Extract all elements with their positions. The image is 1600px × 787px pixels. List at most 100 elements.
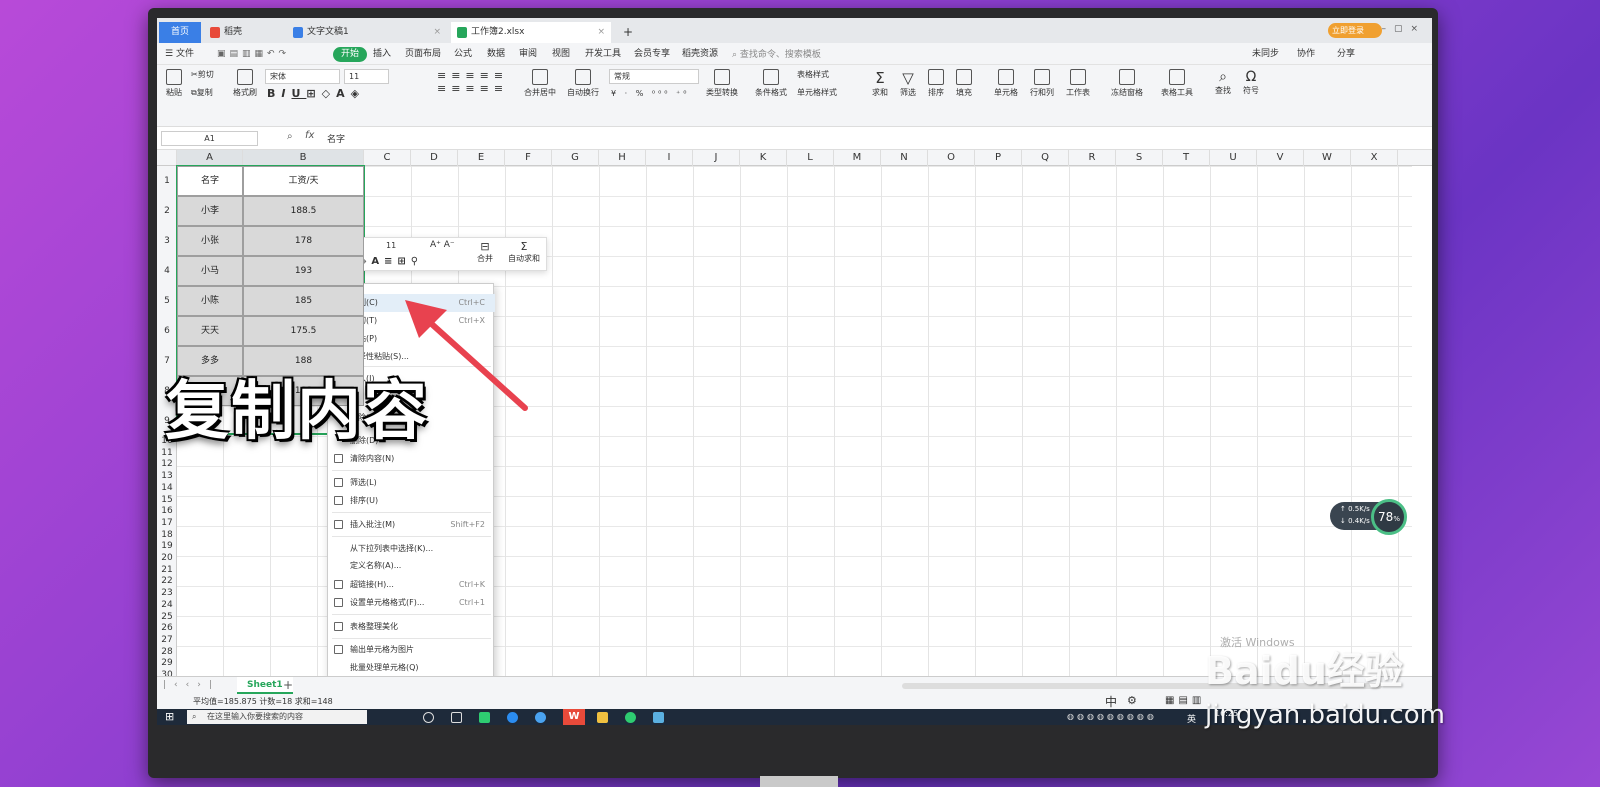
add-sheet-button[interactable]: + <box>283 678 293 692</box>
close-icon[interactable]: × <box>433 22 441 43</box>
row-header[interactable]: 4 <box>157 256 177 286</box>
row-header[interactable]: 14 <box>157 483 177 495</box>
context-item[interactable]: 清除内容(N) <box>328 450 495 468</box>
column-header-h[interactable]: H <box>599 150 646 166</box>
zoom-icon[interactable]: ⌕ <box>287 131 293 142</box>
cortana-icon[interactable] <box>423 712 434 723</box>
column-header-a[interactable]: A <box>177 150 243 166</box>
menu-insert[interactable]: 插入 <box>373 47 391 62</box>
fx-icon[interactable]: fx <box>305 130 314 141</box>
row-header[interactable]: 15 <box>157 495 177 507</box>
menu-page-layout[interactable]: 页面布局 <box>405 47 441 62</box>
mini-merge-button[interactable]: ⊟ 合并 <box>472 240 498 264</box>
row-header[interactable]: 16 <box>157 506 177 518</box>
context-item[interactable]: 定义名称(A)... <box>328 557 495 575</box>
row-header[interactable]: 6 <box>157 316 177 346</box>
table-cell[interactable]: 小张 <box>177 226 243 256</box>
cell-style-button[interactable]: 单元格样式 <box>797 87 837 98</box>
context-item[interactable]: 输出单元格为图片 <box>328 641 495 659</box>
row-header[interactable]: 25 <box>157 612 177 624</box>
row-header[interactable]: 17 <box>157 518 177 530</box>
wps-icon[interactable]: W <box>563 709 585 725</box>
row-header[interactable]: 29 <box>157 658 177 670</box>
type-convert-button[interactable]: 类型转换 <box>702 69 742 98</box>
column-header-e[interactable]: E <box>458 150 505 166</box>
context-item[interactable]: 从下拉列表中选择(K)... <box>328 540 495 558</box>
menu-review[interactable]: 审阅 <box>519 47 537 62</box>
file-menu[interactable]: ☰ 文件 <box>165 47 194 62</box>
paste-button[interactable]: 粘贴 <box>161 69 187 98</box>
view-mode-icons[interactable]: ▦▤▥ <box>1165 695 1205 706</box>
copy-button[interactable]: ⧉复制 <box>191 87 213 98</box>
row-header[interactable]: 28 <box>157 647 177 659</box>
cell-button[interactable]: 单元格 <box>991 69 1021 98</box>
column-header-p[interactable]: P <box>975 150 1022 166</box>
menu-developer[interactable]: 开发工具 <box>585 47 621 62</box>
tab-docer[interactable]: 稻壳 <box>204 22 284 43</box>
mini-size-select[interactable]: 11 <box>386 241 426 250</box>
sheet-nav-arrows[interactable]: |‹‹›| <box>163 680 220 690</box>
column-header-t[interactable]: T <box>1163 150 1210 166</box>
row-header[interactable]: 3 <box>157 226 177 256</box>
windows-start-icon[interactable]: ⊞ <box>165 710 174 723</box>
number-format-select[interactable]: 常规 <box>609 69 699 84</box>
new-tab-button[interactable]: + <box>619 22 639 43</box>
column-header-k[interactable]: K <box>740 150 787 166</box>
column-header-m[interactable]: M <box>834 150 881 166</box>
gear-icon[interactable]: ⚙ <box>1127 694 1137 707</box>
browser-icon[interactable] <box>535 712 546 723</box>
sort-button[interactable]: 排序 <box>925 69 947 98</box>
menu-docer-res[interactable]: 稻壳资源 <box>682 47 718 62</box>
taskbar-search[interactable]: ⌕ 在这里输入你要搜索的内容 <box>187 710 367 724</box>
context-item[interactable]: 筛选(L) <box>328 474 495 492</box>
column-header-x[interactable]: X <box>1351 150 1398 166</box>
table-cell[interactable]: 小李 <box>177 196 243 226</box>
context-item[interactable]: 插入批注(M) Shift+F2 <box>328 516 495 534</box>
column-header-i[interactable]: I <box>646 150 693 166</box>
column-header-g[interactable]: G <box>552 150 599 166</box>
formula-input[interactable]: 名字 <box>327 132 345 145</box>
table-cell[interactable]: 185 <box>243 286 364 316</box>
fill-button[interactable]: 填充 <box>953 69 975 98</box>
table-cell[interactable]: 188.5 <box>243 196 364 226</box>
table-tools-button[interactable]: 表格工具 <box>1157 69 1197 98</box>
ime-indicator[interactable]: 中 <box>1105 693 1117 710</box>
column-header-f[interactable]: F <box>505 150 552 166</box>
freeze-button[interactable]: 冻结窗格 <box>1107 69 1147 98</box>
worksheet-button[interactable]: 工作表 <box>1063 69 1093 98</box>
lang-indicator[interactable]: 英 <box>1187 712 1196 725</box>
column-header-q[interactable]: Q <box>1022 150 1069 166</box>
share-button[interactable]: 分享 <box>1337 47 1355 62</box>
cut-button[interactable]: ✂剪切 <box>191 69 214 80</box>
tray-icons[interactable]: ◍◍◍◍◍◍◍◍◍ <box>1067 712 1157 721</box>
row-header[interactable]: 18 <box>157 530 177 542</box>
column-header-d[interactable]: D <box>411 150 458 166</box>
menu-formula[interactable]: 公式 <box>454 47 472 62</box>
column-header-r[interactable]: R <box>1069 150 1116 166</box>
column-header-w[interactable]: W <box>1304 150 1351 166</box>
menu-view[interactable]: 视图 <box>552 47 570 62</box>
merge-center-button[interactable]: 合并居中 <box>521 69 559 98</box>
filter-button[interactable]: ▽ 筛选 <box>897 69 919 98</box>
wrap-text-button[interactable]: 自动换行 <box>565 69 601 98</box>
table-style-button[interactable]: 表格样式 <box>797 69 829 80</box>
column-header-v[interactable]: V <box>1257 150 1304 166</box>
context-item[interactable]: 超链接(H)... Ctrl+K <box>328 576 495 594</box>
font-size-select[interactable]: 11 <box>344 69 389 84</box>
row-header[interactable]: 19 <box>157 541 177 553</box>
collab-button[interactable]: 协作 <box>1297 47 1315 62</box>
font-style-buttons[interactable]: BIU⊞◇A◈ <box>267 87 365 100</box>
row-header[interactable]: 5 <box>157 286 177 316</box>
app-icon[interactable] <box>479 712 490 723</box>
row-header[interactable]: 1 <box>157 166 177 196</box>
row-header[interactable]: 21 <box>157 565 177 577</box>
sync-status[interactable]: 未同步 <box>1252 47 1279 62</box>
table-cell[interactable]: 小马 <box>177 256 243 286</box>
row-header[interactable]: 26 <box>157 623 177 635</box>
column-header-j[interactable]: J <box>693 150 740 166</box>
row-header[interactable]: 24 <box>157 600 177 612</box>
column-header-s[interactable]: S <box>1116 150 1163 166</box>
column-header-u[interactable]: U <box>1210 150 1257 166</box>
menu-data[interactable]: 数据 <box>487 47 505 62</box>
table-cell[interactable]: 193 <box>243 256 364 286</box>
